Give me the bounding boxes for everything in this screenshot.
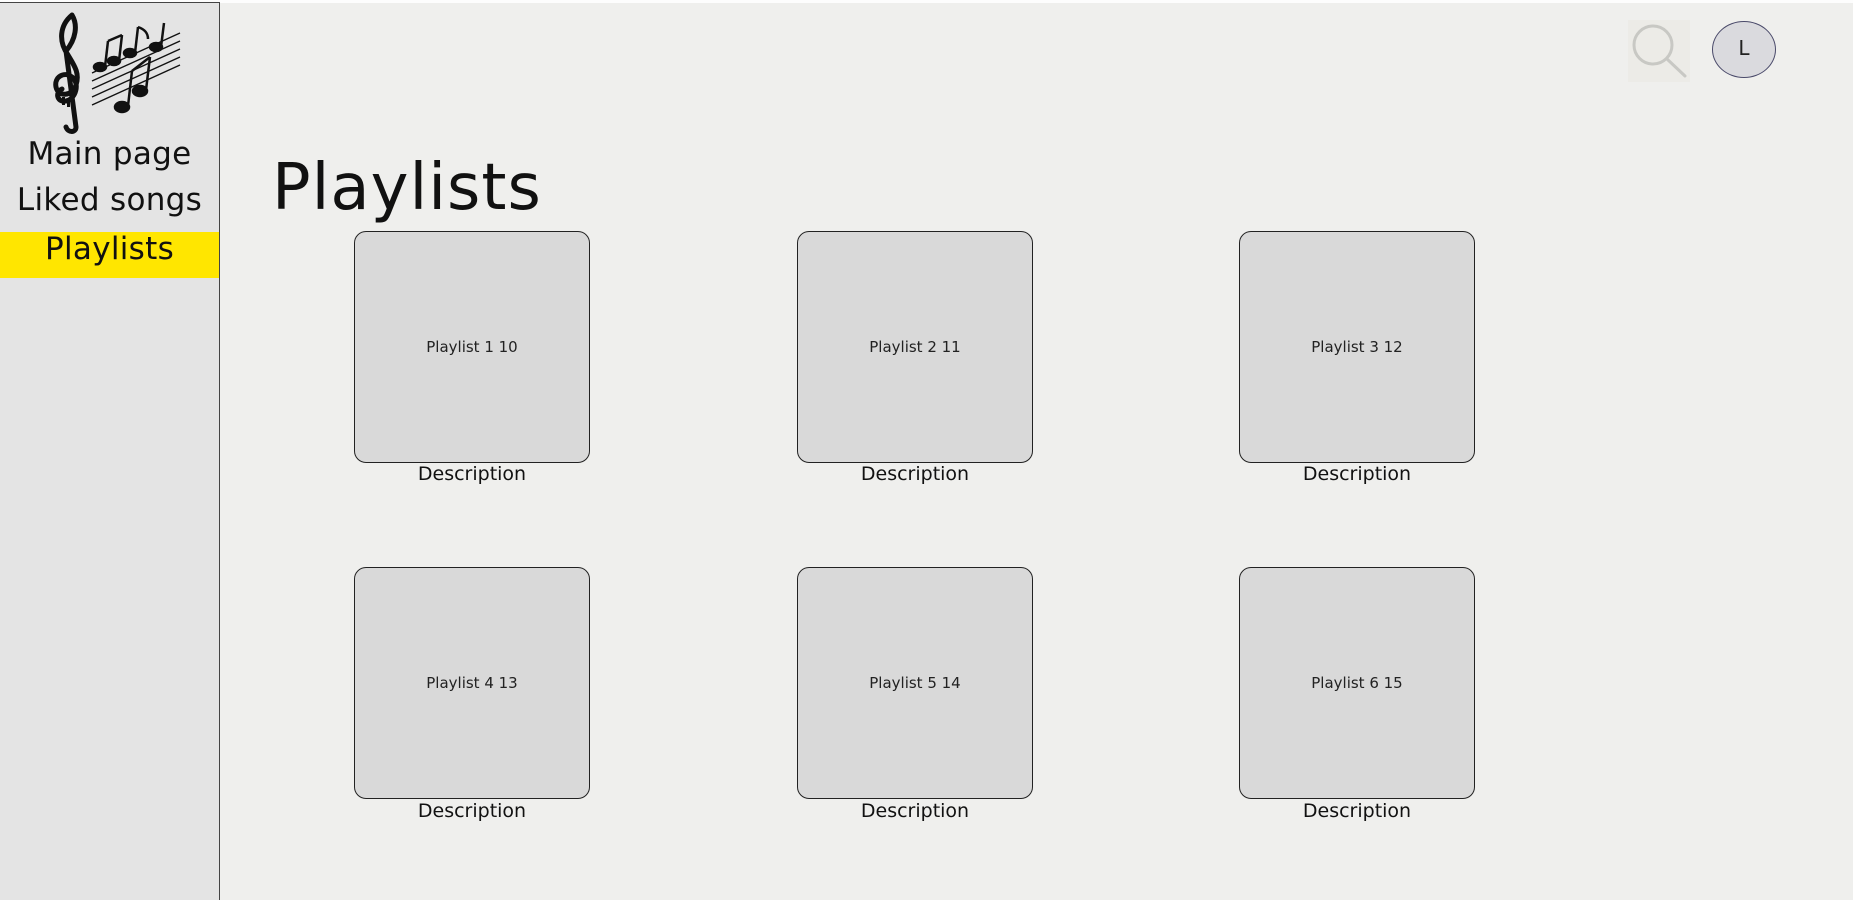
playlist-description: Description: [1302, 463, 1412, 485]
playlist-description: Description: [860, 463, 970, 485]
playlist-description: Description: [1302, 800, 1412, 822]
playlist-card[interactable]: Playlist 5 14: [797, 567, 1033, 799]
playlist-card[interactable]: Playlist 1 10: [354, 231, 590, 463]
sidebar-item-playlists[interactable]: Playlists: [0, 232, 219, 278]
page-title: Playlists: [272, 151, 542, 225]
playlist-card[interactable]: Playlist 2 11: [797, 231, 1033, 463]
top-divider: [0, 0, 1853, 3]
playlist-name: Playlist 1 10: [426, 338, 518, 356]
sidebar: Main page Liked songs Playlists: [0, 2, 220, 900]
sidebar-item-main-page[interactable]: Main page: [0, 132, 219, 177]
playlist-name: Playlist 2 11: [869, 338, 961, 356]
search-icon: [1632, 24, 1687, 78]
playlist-card[interactable]: Playlist 6 15: [1239, 567, 1475, 799]
playlist-card[interactable]: Playlist 3 12: [1239, 231, 1475, 463]
playlist-name: Playlist 4 13: [426, 674, 518, 692]
music-notes-logo-icon: [53, 12, 181, 134]
playlist-name: Playlist 3 12: [1311, 338, 1403, 356]
playlist-description: Description: [417, 463, 527, 485]
playlist-description: Description: [860, 800, 970, 822]
playlist-description: Description: [417, 800, 527, 822]
playlist-name: Playlist 5 14: [869, 674, 961, 692]
playlist-name: Playlist 6 15: [1311, 674, 1403, 692]
sidebar-item-liked-songs[interactable]: Liked songs: [0, 178, 219, 223]
search-button[interactable]: [1628, 20, 1690, 82]
playlist-card[interactable]: Playlist 4 13: [354, 567, 590, 799]
app-page: Main page Liked songs Playlists L Playli…: [0, 0, 1853, 900]
user-avatar[interactable]: L: [1712, 21, 1776, 78]
